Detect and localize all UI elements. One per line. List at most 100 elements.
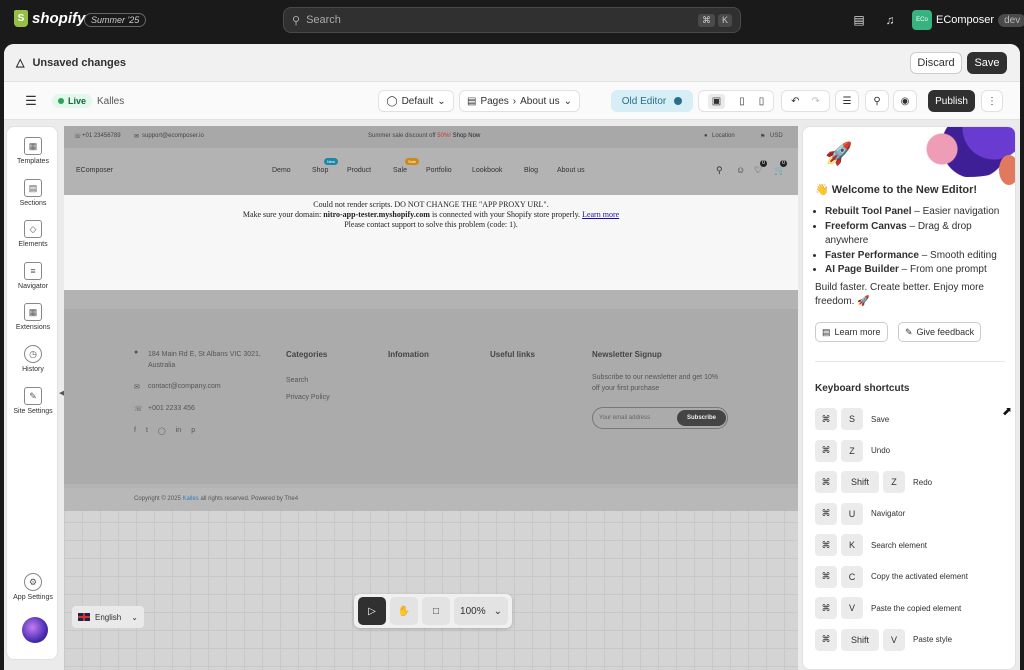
tablet-icon[interactable]: ▯ [739, 96, 745, 107]
preview-eye-icon[interactable]: ◉ [893, 90, 917, 112]
social-icons: f t ◯ in p [134, 427, 195, 435]
language-select[interactable]: English ⌄ [72, 606, 144, 628]
feature-item: AI Page Builder – From one prompt [825, 263, 1011, 278]
site-nav-item[interactable]: Demo [272, 167, 291, 174]
script-error-message: Could not render scripts. DO NOT CHANGE … [64, 195, 798, 290]
feature-name: Faster Performance [825, 249, 919, 261]
site-nav-item[interactable]: Shop New [312, 158, 339, 174]
sidebar-item-sections[interactable]: ▤ Sections [7, 179, 59, 207]
site-nav-item[interactable]: Blog [524, 167, 538, 174]
site-nav-item[interactable]: Portfolio [426, 167, 452, 174]
instagram-icon[interactable]: ◯ [158, 427, 166, 435]
currency-selector[interactable]: USD [770, 133, 783, 139]
store-icon[interactable]: ▤ [851, 12, 867, 28]
gear-icon: ⚙ [24, 573, 42, 591]
shortcut-key: ⌘ [815, 597, 837, 619]
feature-name: Freeform Canvas [825, 220, 907, 232]
phone-icon: ☏ [134, 406, 143, 413]
site-nav-item[interactable]: Product [347, 167, 371, 174]
feature-item: Rebuilt Tool Panel – Easier navigation [825, 205, 1011, 220]
page-icon: ▤ [466, 95, 477, 107]
menu-icon[interactable]: ☰ [24, 93, 38, 108]
old-editor-toggle[interactable]: Old Editor [611, 90, 693, 112]
linkedin-icon[interactable]: in [176, 427, 181, 435]
ai-assistant-avatar[interactable] [22, 617, 48, 643]
sidebar-item-extensions[interactable]: ▦ Extensions [7, 303, 59, 331]
sidebar-item-elements[interactable]: ◇ Elements [7, 220, 59, 248]
discard-button[interactable]: Discard [910, 52, 962, 74]
zoom-select[interactable]: 100% ⌄ [454, 597, 508, 625]
sidebar-item-app-settings[interactable]: ⚙ App Settings [7, 573, 59, 601]
pinterest-icon[interactable]: p [191, 427, 195, 435]
site-nav-item[interactable]: Sale Sale [393, 158, 420, 174]
live-dot-icon [58, 98, 64, 104]
redo-icon[interactable]: ↷ [812, 96, 820, 107]
announce-link[interactable]: Shop Now [453, 133, 481, 139]
site-nav-item[interactable]: Lookbook [472, 167, 502, 174]
cart-count: 0 [780, 160, 787, 167]
sidebar-label: Sections [19, 200, 47, 207]
site-brand[interactable]: EComposer [76, 167, 113, 174]
planet-illustration [999, 155, 1015, 185]
feature-name: Rebuilt Tool Panel [825, 206, 912, 217]
wishlist-icon[interactable]: ♡ [754, 165, 762, 176]
sidebar-item-site-settings[interactable]: ✎ Site Settings [7, 387, 59, 415]
feature-desc: – Easier navigation [911, 206, 1000, 217]
site-footer: ● 184 Main Rd E, St Albans VIC 3021, Aus… [64, 309, 798, 484]
copyright-bar: Copyright © 2025 Kalles all rights reser… [64, 488, 798, 511]
shortcut-row: ⌘ Shift V Paste style [815, 628, 952, 651]
shortcut-key: ⌘ [815, 534, 837, 556]
shortcut-key: Z [841, 439, 863, 462]
sidebar-item-history[interactable]: ◷ History [7, 345, 59, 373]
twitter-icon[interactable]: t [146, 427, 148, 435]
footer-contact[interactable]: contact@company.com [148, 383, 221, 390]
phone-icon: ☏ [74, 134, 82, 140]
newsletter-email-input[interactable]: Your email address Subscribe [592, 407, 728, 429]
bell-icon[interactable]: ♫ [882, 12, 898, 28]
email-placeholder: Your email address [599, 415, 651, 421]
site-nav-label: Demo [272, 167, 291, 174]
sections-icon: ▤ [24, 179, 42, 197]
fit-frame-icon[interactable]: □ [422, 597, 450, 625]
divider [815, 361, 1005, 362]
mobile-icon[interactable]: ▯ [759, 96, 765, 107]
footer-link[interactable]: Search [286, 377, 308, 384]
more-options-icon[interactable]: ⋮ [981, 90, 1003, 112]
site-nav-item[interactable]: About us [557, 167, 585, 174]
facebook-icon[interactable]: f [134, 427, 136, 435]
copyright-post: all rights reserved. Powered by The4 [200, 496, 299, 502]
account-menu[interactable]: ECo EComposer dev [912, 10, 1024, 30]
subscribe-button[interactable]: Subscribe [676, 410, 726, 426]
footer-link[interactable]: Privacy Policy [286, 394, 330, 401]
user-icon[interactable]: ☺ [736, 165, 745, 175]
shortcut-key: K [841, 534, 863, 556]
feedback-label: Give feedback [916, 327, 975, 337]
admin-topbar: S shopify Summer '25 ⚲ Search ⌘ K ▤ ♫ EC… [0, 0, 1024, 40]
season-badge: Summer '25 [84, 13, 147, 27]
settings-sliders-icon[interactable]: ☰ [835, 90, 859, 112]
site-header: EComposer Demo Shop New Product Sale Sale Port… [64, 148, 798, 194]
give-feedback-button[interactable]: ✎ Give feedback [898, 322, 982, 342]
select-pointer-icon[interactable]: ▷ [358, 597, 386, 625]
location-selector[interactable]: Location [712, 133, 735, 139]
page-select[interactable]: ▤ Pages › About us ⌄ [459, 90, 580, 112]
shortcut-key: ⌘ [815, 565, 837, 588]
chevron-down-icon: ⌄ [131, 612, 138, 622]
undo-icon[interactable]: ↶ [791, 96, 799, 107]
admin-search-input[interactable]: ⚲ Search ⌘ K [283, 7, 741, 33]
search-icon[interactable]: ⚲ [716, 165, 723, 176]
error-learn-more-link[interactable]: Learn more [582, 210, 619, 219]
sidebar-item-navigator[interactable]: ≡ Navigator [7, 262, 59, 290]
save-button[interactable]: Save [967, 52, 1007, 74]
shopify-logo[interactable]: S shopify [14, 10, 85, 27]
hand-pan-icon[interactable]: ✋ [390, 597, 418, 625]
template-select[interactable]: ◯ Default ⌄ [378, 90, 454, 112]
learn-more-button[interactable]: ▤ Learn more [815, 322, 888, 342]
copyright-brand[interactable]: Kalles [182, 496, 198, 502]
status-text: Live [68, 96, 87, 106]
publish-button[interactable]: Publish [928, 90, 975, 112]
shortcut-key: Z [883, 471, 905, 493]
sidebar-item-templates[interactable]: ▦ Templates [7, 137, 59, 165]
inspect-icon[interactable]: ⚲ [865, 90, 889, 112]
desktop-icon[interactable]: ▣ [707, 93, 726, 109]
